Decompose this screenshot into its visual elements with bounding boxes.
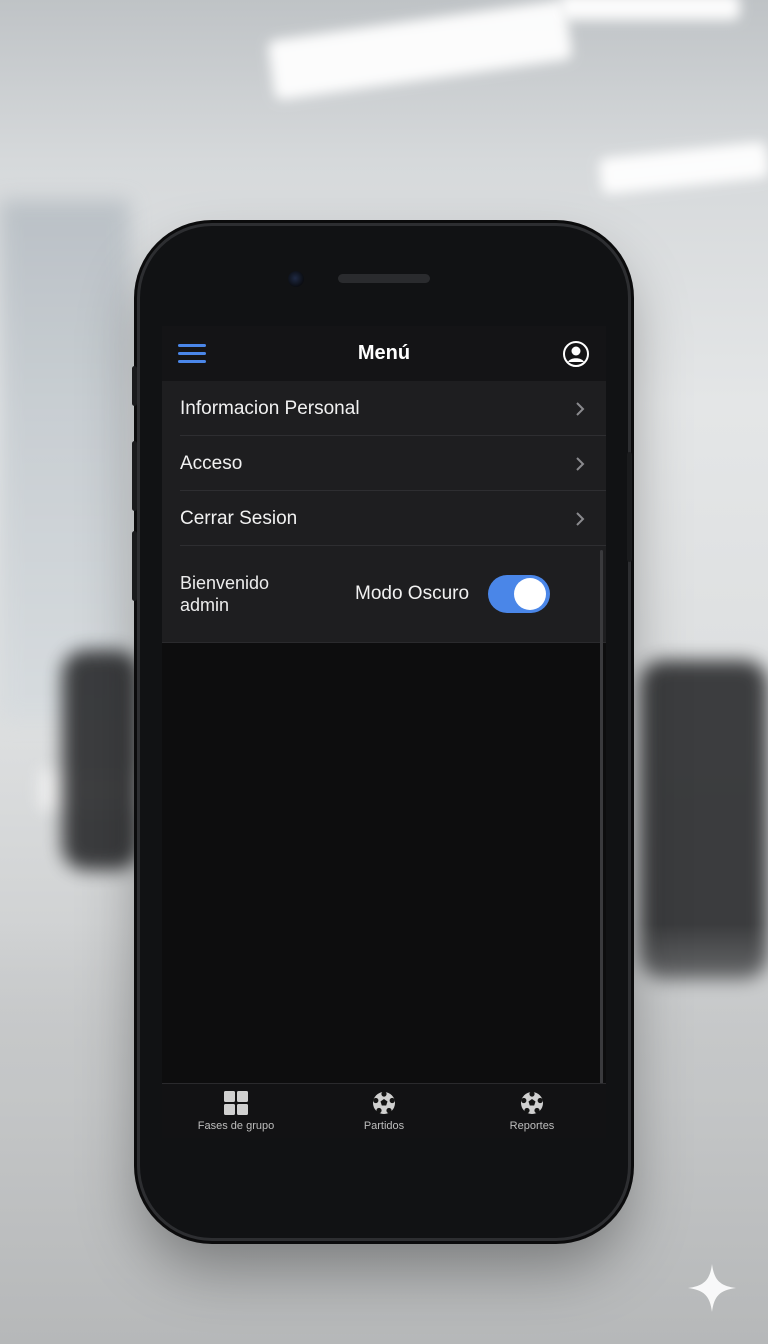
toggle-knob bbox=[514, 578, 546, 610]
ceiling-light bbox=[267, 0, 573, 101]
app-screen: Menú Informacion Personal Acceso Cerrar … bbox=[162, 326, 606, 1138]
chevron-right-icon bbox=[576, 402, 585, 416]
soccer-ball-icon bbox=[521, 1091, 543, 1114]
chevron-right-icon bbox=[576, 512, 585, 526]
menu-item-informacion-personal[interactable]: Informacion Personal bbox=[162, 381, 606, 436]
earpiece-speaker bbox=[338, 274, 430, 283]
app-header: Menú bbox=[162, 326, 606, 381]
volume-up-button bbox=[132, 441, 137, 511]
welcome-message: Bienvenido admin bbox=[180, 572, 320, 616]
nav-label: Partidos bbox=[363, 1120, 405, 1132]
welcome-username: admin bbox=[180, 595, 230, 615]
volume-down-button bbox=[132, 531, 137, 601]
hamburger-menu-icon[interactable] bbox=[178, 344, 206, 364]
ceiling-light bbox=[560, 0, 740, 20]
nav-label: Fases de grupo bbox=[197, 1120, 275, 1132]
ceiling-light bbox=[598, 141, 768, 195]
front-camera bbox=[288, 271, 304, 287]
scrollbar[interactable] bbox=[600, 550, 603, 1084]
grid-icon bbox=[224, 1091, 248, 1115]
power-button bbox=[627, 452, 632, 562]
window bbox=[0, 200, 130, 720]
nav-item-partidos[interactable]: Partidos bbox=[310, 1084, 458, 1138]
smartphone: Menú Informacion Personal Acceso Cerrar … bbox=[132, 226, 632, 1238]
nav-item-fases-de-grupo[interactable]: Fases de grupo bbox=[162, 1084, 310, 1138]
bottom-nav: Fases de grupo Partidos Reportes bbox=[162, 1083, 606, 1138]
menu-item-cerrar-sesion[interactable]: Cerrar Sesion bbox=[162, 491, 606, 546]
page-title: Menú bbox=[357, 342, 411, 364]
user-circle-icon[interactable] bbox=[562, 340, 590, 368]
chevron-right-icon bbox=[576, 457, 585, 471]
menu-item-label: Informacion Personal bbox=[180, 397, 360, 419]
nav-item-reportes[interactable]: Reportes bbox=[458, 1084, 606, 1138]
welcome-greeting: Bienvenido bbox=[180, 573, 270, 593]
menu-item-label: Acceso bbox=[180, 452, 243, 474]
office-chair bbox=[62, 650, 140, 870]
dark-mode-label: Modo Oscuro bbox=[355, 583, 470, 604]
photo-background: Menú Informacion Personal Acceso Cerrar … bbox=[0, 0, 768, 1344]
menu-item-label: Cerrar Sesion bbox=[180, 507, 298, 529]
menu-item-acceso[interactable]: Acceso bbox=[162, 436, 606, 491]
nav-label: Reportes bbox=[509, 1120, 555, 1132]
sparkle-icon bbox=[688, 1264, 736, 1312]
menu-list: Informacion Personal Acceso Cerrar Sesio… bbox=[162, 381, 606, 643]
dark-mode-toggle[interactable] bbox=[488, 575, 550, 613]
welcome-row: Bienvenido admin Modo Oscuro bbox=[162, 546, 606, 643]
soccer-ball-icon bbox=[373, 1091, 395, 1114]
side-button bbox=[132, 366, 137, 406]
